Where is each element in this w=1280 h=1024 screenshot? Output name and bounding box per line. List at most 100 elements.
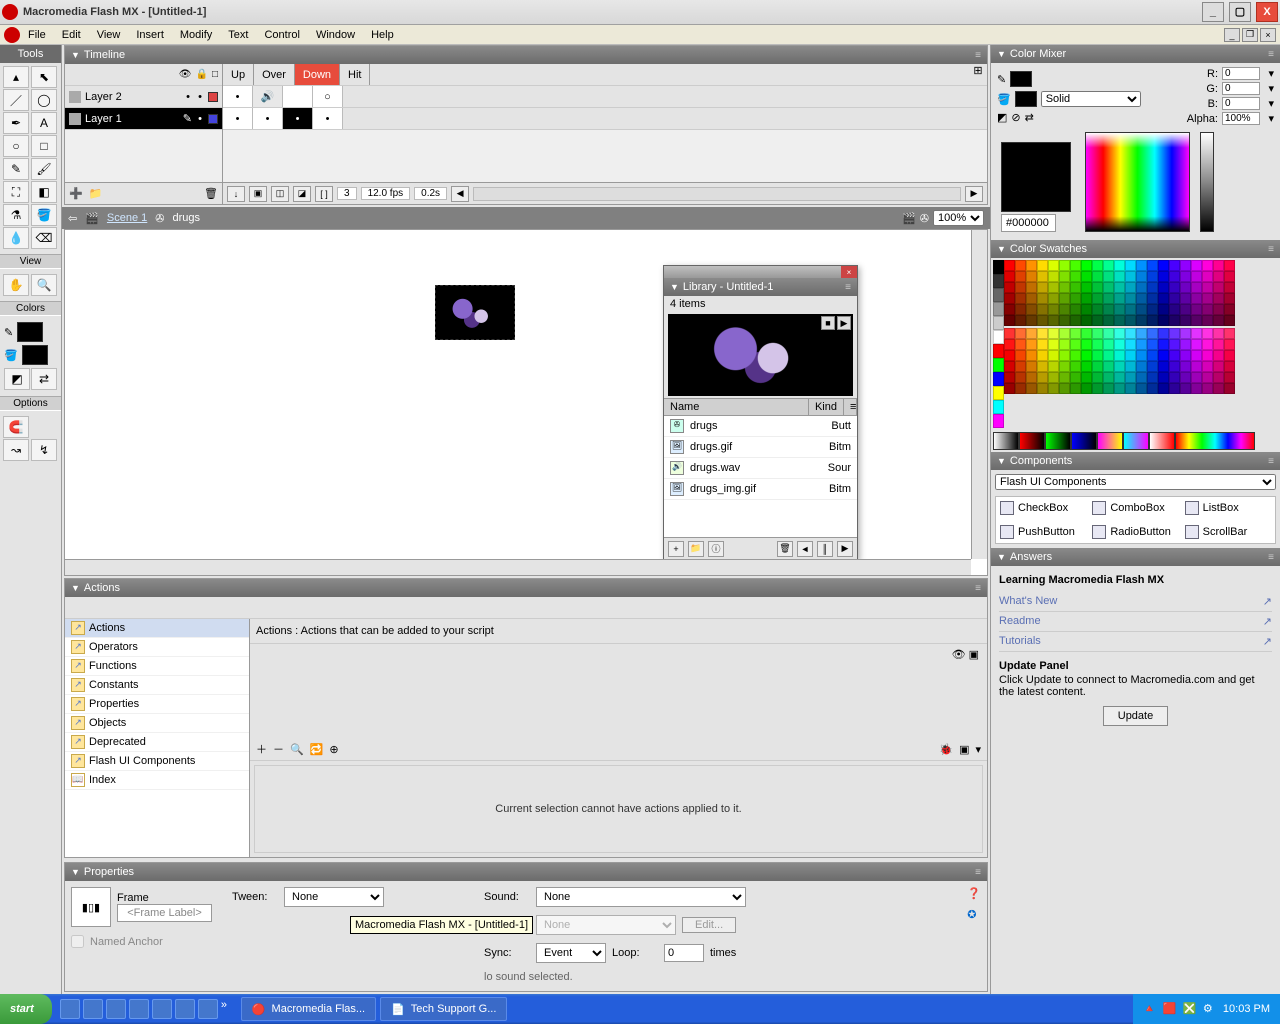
subselect-tool-icon[interactable]: ⬉: [31, 66, 57, 88]
pin-icon[interactable]: 👁: [952, 648, 966, 735]
inkbottle-tool-icon[interactable]: ⚗: [3, 204, 29, 226]
reference-icon[interactable]: ▾: [975, 743, 981, 756]
panel-options-icon[interactable]: ≡: [1268, 552, 1274, 563]
fill-color-well[interactable]: [1015, 91, 1037, 107]
scene-link[interactable]: Scene 1: [107, 212, 147, 224]
swap-colors-icon[interactable]: ⇄: [1025, 111, 1034, 124]
list-item[interactable]: ✇drugsButt: [664, 416, 857, 437]
straighten-option-icon[interactable]: ↯: [31, 439, 57, 461]
edit-symbol-icon[interactable]: ✇: [920, 212, 929, 225]
col-name[interactable]: Name: [664, 399, 809, 415]
panel-options-icon[interactable]: ≡: [1268, 49, 1274, 60]
quicklaunch-icon[interactable]: [175, 999, 195, 1019]
brush-tool-icon[interactable]: 🖌: [31, 158, 57, 180]
state-tab-hit[interactable]: Hit: [340, 64, 370, 85]
tray-icon[interactable]: 🔺: [1143, 1002, 1157, 1016]
find-icon[interactable]: 🔍: [290, 743, 304, 756]
fill-type-select[interactable]: Solid: [1041, 91, 1141, 107]
swatch-grid[interactable]: [1004, 328, 1235, 394]
state-tab-down[interactable]: Down: [295, 64, 340, 85]
fill-color-well[interactable]: [22, 345, 48, 365]
minimize-button[interactable]: _: [1202, 2, 1224, 22]
state-tab-over[interactable]: Over: [254, 64, 295, 85]
col-kind[interactable]: Kind: [809, 399, 844, 415]
sort-icon[interactable]: ≡: [844, 399, 857, 415]
add-guide-icon[interactable]: 📁: [89, 187, 103, 200]
expand-icon[interactable]: ▣: [969, 648, 979, 735]
answers-link[interactable]: Readme↗: [999, 612, 1272, 632]
menu-text[interactable]: Text: [228, 29, 248, 41]
answers-link[interactable]: What's New↗: [999, 592, 1272, 612]
stroke-color-well[interactable]: [17, 322, 43, 342]
stroke-picker-icon[interactable]: ✎: [997, 73, 1006, 86]
scroll-left-icon[interactable]: ◀: [451, 186, 469, 202]
default-colors-icon[interactable]: ◩: [997, 111, 1007, 124]
close-button[interactable]: X: [1256, 2, 1278, 22]
actions-category[interactable]: ↗Operators: [65, 638, 249, 657]
loop-input[interactable]: [664, 944, 704, 962]
menu-insert[interactable]: Insert: [136, 29, 164, 41]
frame-cell[interactable]: •: [283, 108, 313, 129]
quicklaunch-icon[interactable]: [60, 999, 80, 1019]
spectrum-picker[interactable]: [1085, 132, 1190, 232]
collapse-icon[interactable]: ▼: [71, 50, 80, 60]
menu-edit[interactable]: Edit: [62, 29, 81, 41]
taskbar-item[interactable]: 🔴Macromedia Flas...: [241, 997, 376, 1021]
menu-file[interactable]: File: [28, 29, 46, 41]
tray-icon[interactable]: ⚙: [1203, 1002, 1217, 1016]
quicklaunch-icon[interactable]: »: [221, 999, 231, 1019]
component-item[interactable]: ScrollBar: [1185, 525, 1271, 539]
frame-cell[interactable]: •: [223, 108, 253, 129]
playhead-icon[interactable]: ↓: [227, 186, 245, 202]
actions-category[interactable]: ↗Actions: [65, 619, 249, 638]
layer-row[interactable]: Layer 2 ••: [65, 86, 222, 108]
smooth-option-icon[interactable]: ↝: [3, 439, 29, 461]
frame-cell[interactable]: [283, 86, 313, 107]
state-tab-up[interactable]: Up: [223, 64, 254, 85]
panel-options-icon[interactable]: ≡: [1268, 244, 1274, 255]
list-item[interactable]: 🔊drugs.wavSour: [664, 458, 857, 479]
panel-options-icon[interactable]: ≡: [975, 50, 981, 61]
help-icon[interactable]: ❓: [967, 887, 981, 900]
replace-icon[interactable]: 🔁: [310, 743, 324, 756]
component-item[interactable]: RadioButton: [1092, 525, 1178, 539]
doc-minimize-button[interactable]: _: [1224, 28, 1240, 42]
component-item[interactable]: CheckBox: [1000, 501, 1086, 515]
scroll-right-icon[interactable]: ▶: [837, 541, 853, 557]
line-tool-icon[interactable]: ／: [3, 89, 29, 111]
rectangle-tool-icon[interactable]: □: [31, 135, 57, 157]
new-folder-icon[interactable]: 📁: [688, 541, 704, 557]
quicklaunch-icon[interactable]: [83, 999, 103, 1019]
preview-stop-icon[interactable]: ■: [821, 316, 835, 330]
list-item[interactable]: 🖼drugs.gifBitm: [664, 437, 857, 458]
pencil-tool-icon[interactable]: ✎: [3, 158, 29, 180]
actions-category[interactable]: ↗Objects: [65, 714, 249, 733]
library-close-icon[interactable]: ×: [841, 266, 857, 278]
add-layer-icon[interactable]: ➕: [69, 187, 83, 200]
clock[interactable]: 10:03 PM: [1223, 1003, 1270, 1015]
menu-help[interactable]: Help: [371, 29, 394, 41]
frame-label-input[interactable]: [117, 904, 212, 922]
update-button[interactable]: Update: [1103, 706, 1168, 726]
b-input[interactable]: [1222, 97, 1260, 110]
zoom-select[interactable]: 100%: [933, 210, 984, 226]
onion-skin-icon[interactable]: ◫: [271, 186, 289, 202]
view-mode-icon[interactable]: ▣: [959, 743, 969, 756]
hand-tool-icon[interactable]: ✋: [3, 274, 29, 296]
panel-options-icon[interactable]: ≡: [1268, 456, 1274, 467]
swatch-grid[interactable]: [1004, 260, 1235, 326]
menu-modify[interactable]: Modify: [180, 29, 212, 41]
menu-window[interactable]: Window: [316, 29, 355, 41]
r-input[interactable]: [1222, 67, 1260, 80]
lasso-tool-icon[interactable]: ◯: [31, 89, 57, 111]
delete-layer-icon[interactable]: 🗑: [204, 187, 218, 200]
frame-cell[interactable]: 🔊: [253, 86, 283, 107]
eye-header-icon[interactable]: 👁: [179, 69, 192, 80]
fill-transform-tool-icon[interactable]: ◧: [31, 181, 57, 203]
center-frame-icon[interactable]: ▣: [249, 186, 267, 202]
default-colors-icon[interactable]: ◩: [4, 368, 30, 390]
frame-cell[interactable]: •: [223, 86, 253, 107]
eyedropper-tool-icon[interactable]: 💧: [3, 227, 29, 249]
taskbar-item[interactable]: 📄Tech Support G...: [380, 997, 507, 1021]
timeline-menu-icon[interactable]: ⊞: [969, 64, 987, 85]
